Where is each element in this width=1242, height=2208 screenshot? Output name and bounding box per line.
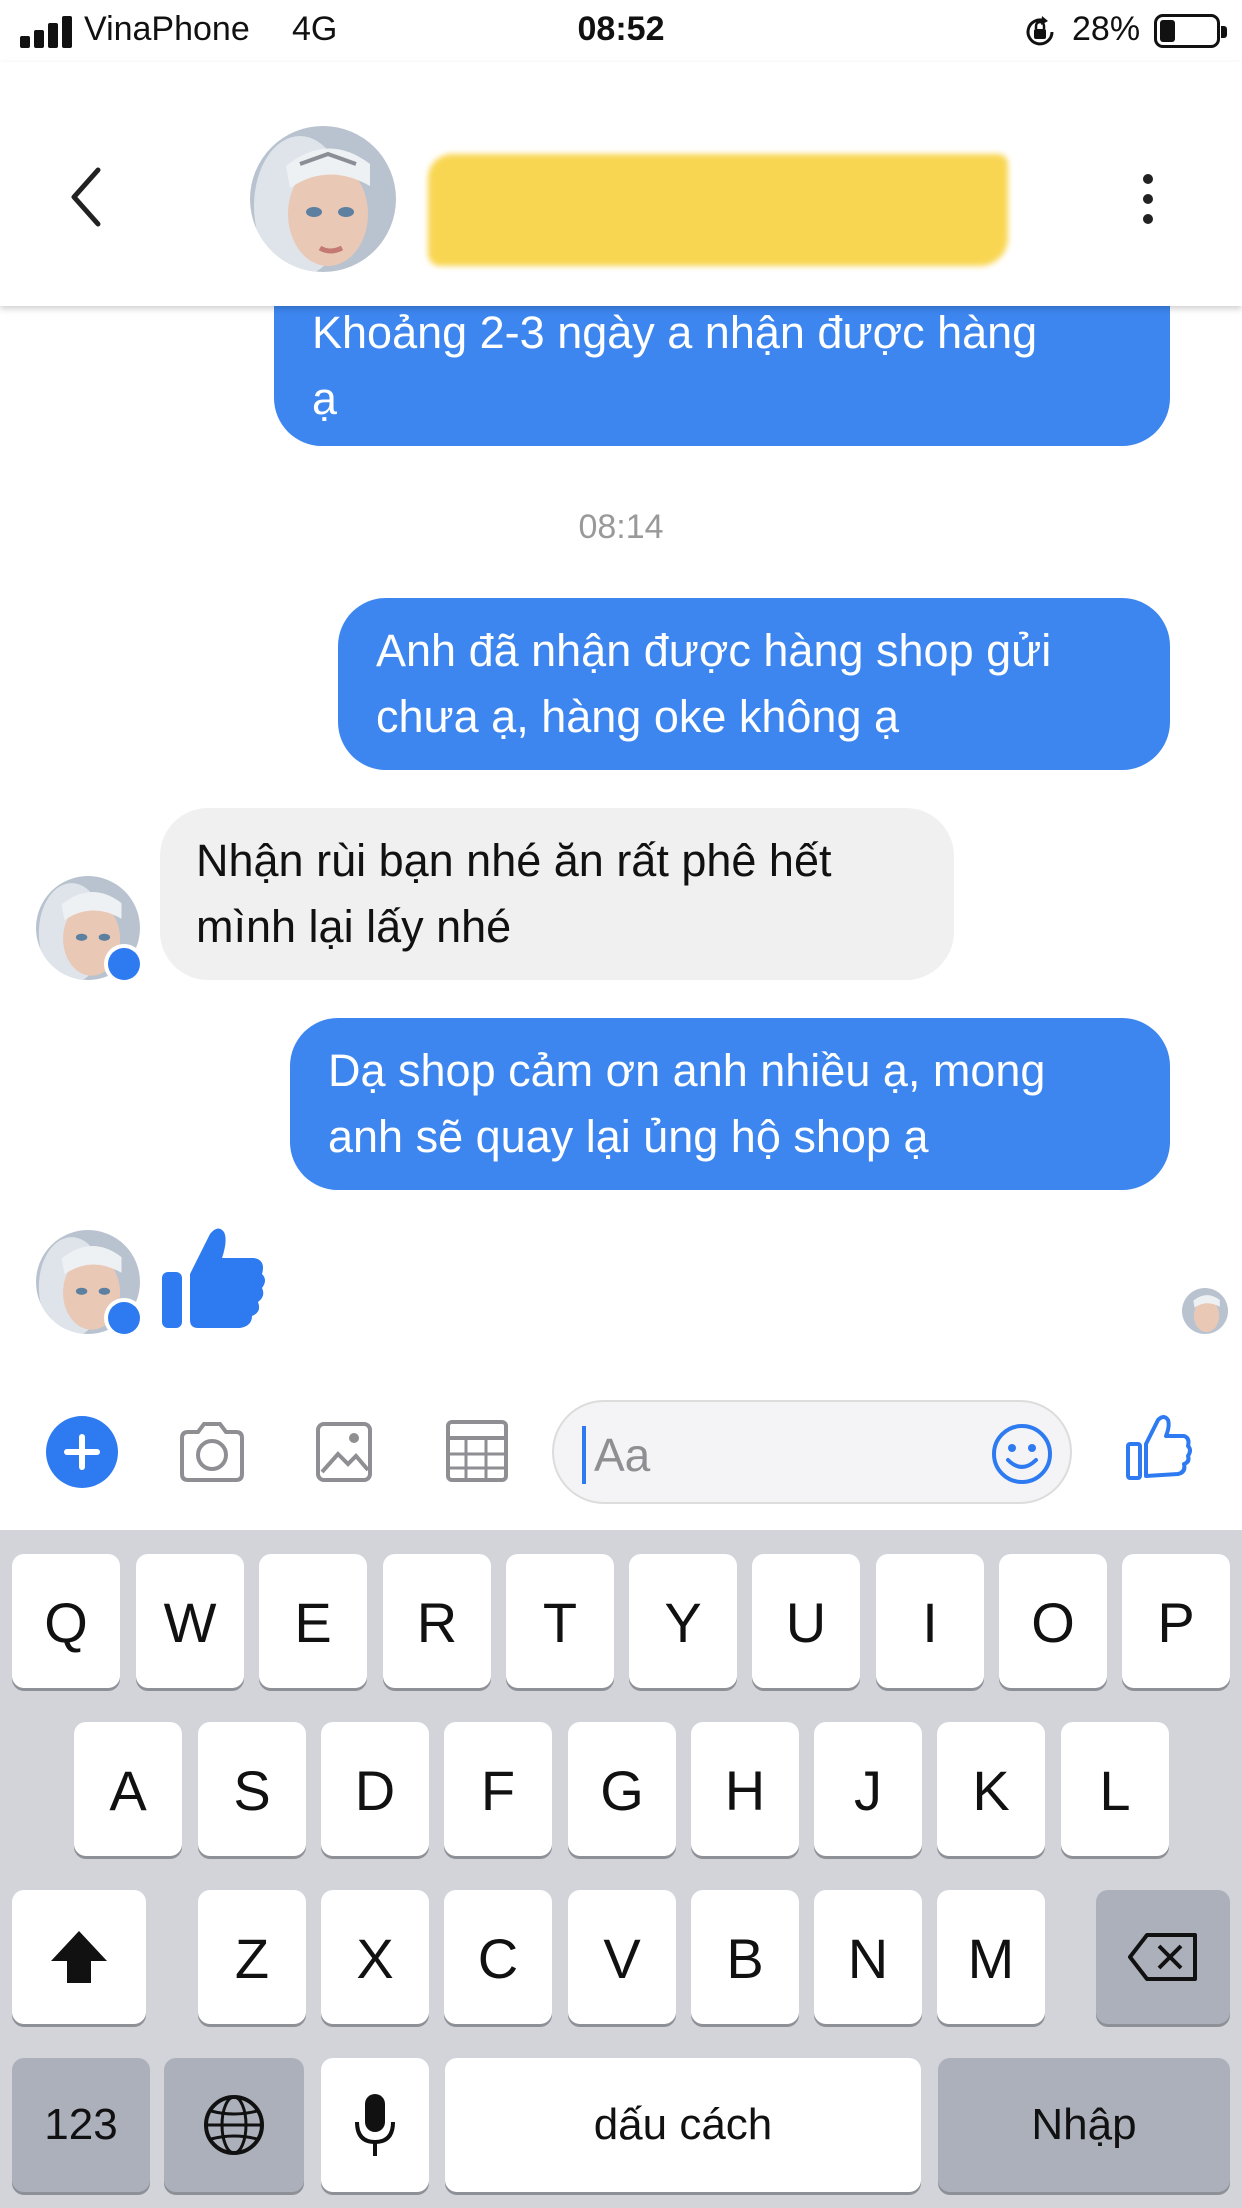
backspace-key[interactable] [1096, 1890, 1230, 2024]
key-y[interactable]: Y [629, 1554, 737, 1688]
status-bar: VinaPhone 4G 08:52 28% [0, 0, 1242, 62]
message-line: chưa ạ, hàng oke không ạ [376, 691, 900, 742]
back-chevron-icon[interactable] [62, 162, 112, 232]
key-a[interactable]: A [74, 1722, 182, 1856]
backspace-icon [1128, 1933, 1197, 1981]
dictation-key[interactable] [321, 2058, 429, 2192]
key-f[interactable]: F [444, 1722, 552, 1856]
rotation-lock-icon [1026, 16, 1054, 46]
key-t[interactable]: T [506, 1554, 614, 1688]
message-input-placeholder: Aa [594, 1429, 651, 1481]
key-g[interactable]: G [568, 1722, 676, 1856]
key-o[interactable]: O [999, 1554, 1107, 1688]
key-h[interactable]: H [691, 1722, 799, 1856]
key-j[interactable]: J [814, 1722, 922, 1856]
image-icon[interactable] [314, 1418, 374, 1484]
key-c[interactable]: C [444, 1890, 552, 2024]
thumbs-up-send-icon[interactable] [1124, 1414, 1192, 1482]
plus-icon[interactable] [46, 1416, 118, 1488]
return-key[interactable]: Nhập [938, 2058, 1230, 2192]
conversation-header [0, 62, 1242, 306]
battery-percent: 28% [1072, 10, 1141, 48]
key-k[interactable]: K [937, 1722, 1045, 1856]
message-line: ạ [312, 373, 338, 424]
key-s[interactable]: S [198, 1722, 306, 1856]
message-line: Nhận rùi bạn nhé ăn rất phê hết [196, 835, 832, 886]
messenger-badge-icon [104, 944, 144, 984]
key-x[interactable]: X [321, 1890, 429, 2024]
key-m[interactable]: M [937, 1890, 1045, 2024]
globe-icon [204, 2095, 264, 2155]
key-l[interactable]: L [1061, 1722, 1169, 1856]
key-b[interactable]: B [691, 1890, 799, 2024]
message-line: mình lại lấy nhé [196, 901, 512, 952]
message-line: Khoảng 2-3 ngày a nhận được hàng [312, 307, 1038, 358]
space-key[interactable]: dấu cách [445, 2058, 921, 2192]
sticker-grid-icon[interactable] [444, 1418, 510, 1484]
key-d[interactable]: D [321, 1722, 429, 1856]
shift-key[interactable] [12, 1890, 146, 2024]
key-n[interactable]: N [814, 1890, 922, 2024]
read-receipt-avatar [1182, 1288, 1228, 1334]
key-r[interactable]: R [383, 1554, 491, 1688]
message-input[interactable]: Aa [552, 1400, 1072, 1504]
text-caret [582, 1426, 586, 1484]
shift-icon [51, 1931, 107, 1983]
message-timestamp: 08:14 [578, 508, 664, 546]
redacted-contact-name [428, 154, 1008, 266]
key-u[interactable]: U [752, 1554, 860, 1688]
more-options-icon[interactable] [1136, 174, 1160, 238]
message-line: anh sẽ quay lại ủng hộ shop ạ [328, 1111, 929, 1162]
key-e[interactable]: E [259, 1554, 367, 1688]
key-q[interactable]: Q [12, 1554, 120, 1688]
key-p[interactable]: P [1122, 1554, 1230, 1688]
microphone-icon [355, 2094, 395, 2156]
key-z[interactable]: Z [198, 1890, 306, 2024]
message-line: Dạ shop cảm ơn anh nhiều ạ, mong [328, 1045, 1046, 1096]
message-incoming[interactable]: Nhận rùi bạn nhé ăn rất phê hết mình lại… [160, 808, 954, 980]
on-screen-keyboard: Q W E R T Y U I O P A S D F G H J K L Z … [0, 1530, 1242, 2208]
numbers-key[interactable]: 123 [12, 2058, 150, 2192]
key-i[interactable]: I [876, 1554, 984, 1688]
message-outgoing[interactable]: Dạ shop cảm ơn anh nhiều ạ, mong anh sẽ … [290, 1018, 1170, 1190]
camera-icon[interactable] [176, 1418, 248, 1484]
thumbs-up-sticker-icon[interactable] [158, 1224, 268, 1334]
message-line: Anh đã nhận được hàng shop gửi [376, 625, 1052, 676]
key-w[interactable]: W [136, 1554, 244, 1688]
emoji-icon[interactable] [990, 1422, 1054, 1486]
key-v[interactable]: V [568, 1890, 676, 2024]
message-outgoing[interactable]: Anh đã nhận được hàng shop gửi chưa ạ, h… [338, 598, 1170, 770]
contact-avatar[interactable] [250, 126, 396, 272]
battery-icon [1154, 14, 1227, 48]
messenger-badge-icon [104, 1298, 144, 1338]
globe-key[interactable] [164, 2058, 304, 2192]
